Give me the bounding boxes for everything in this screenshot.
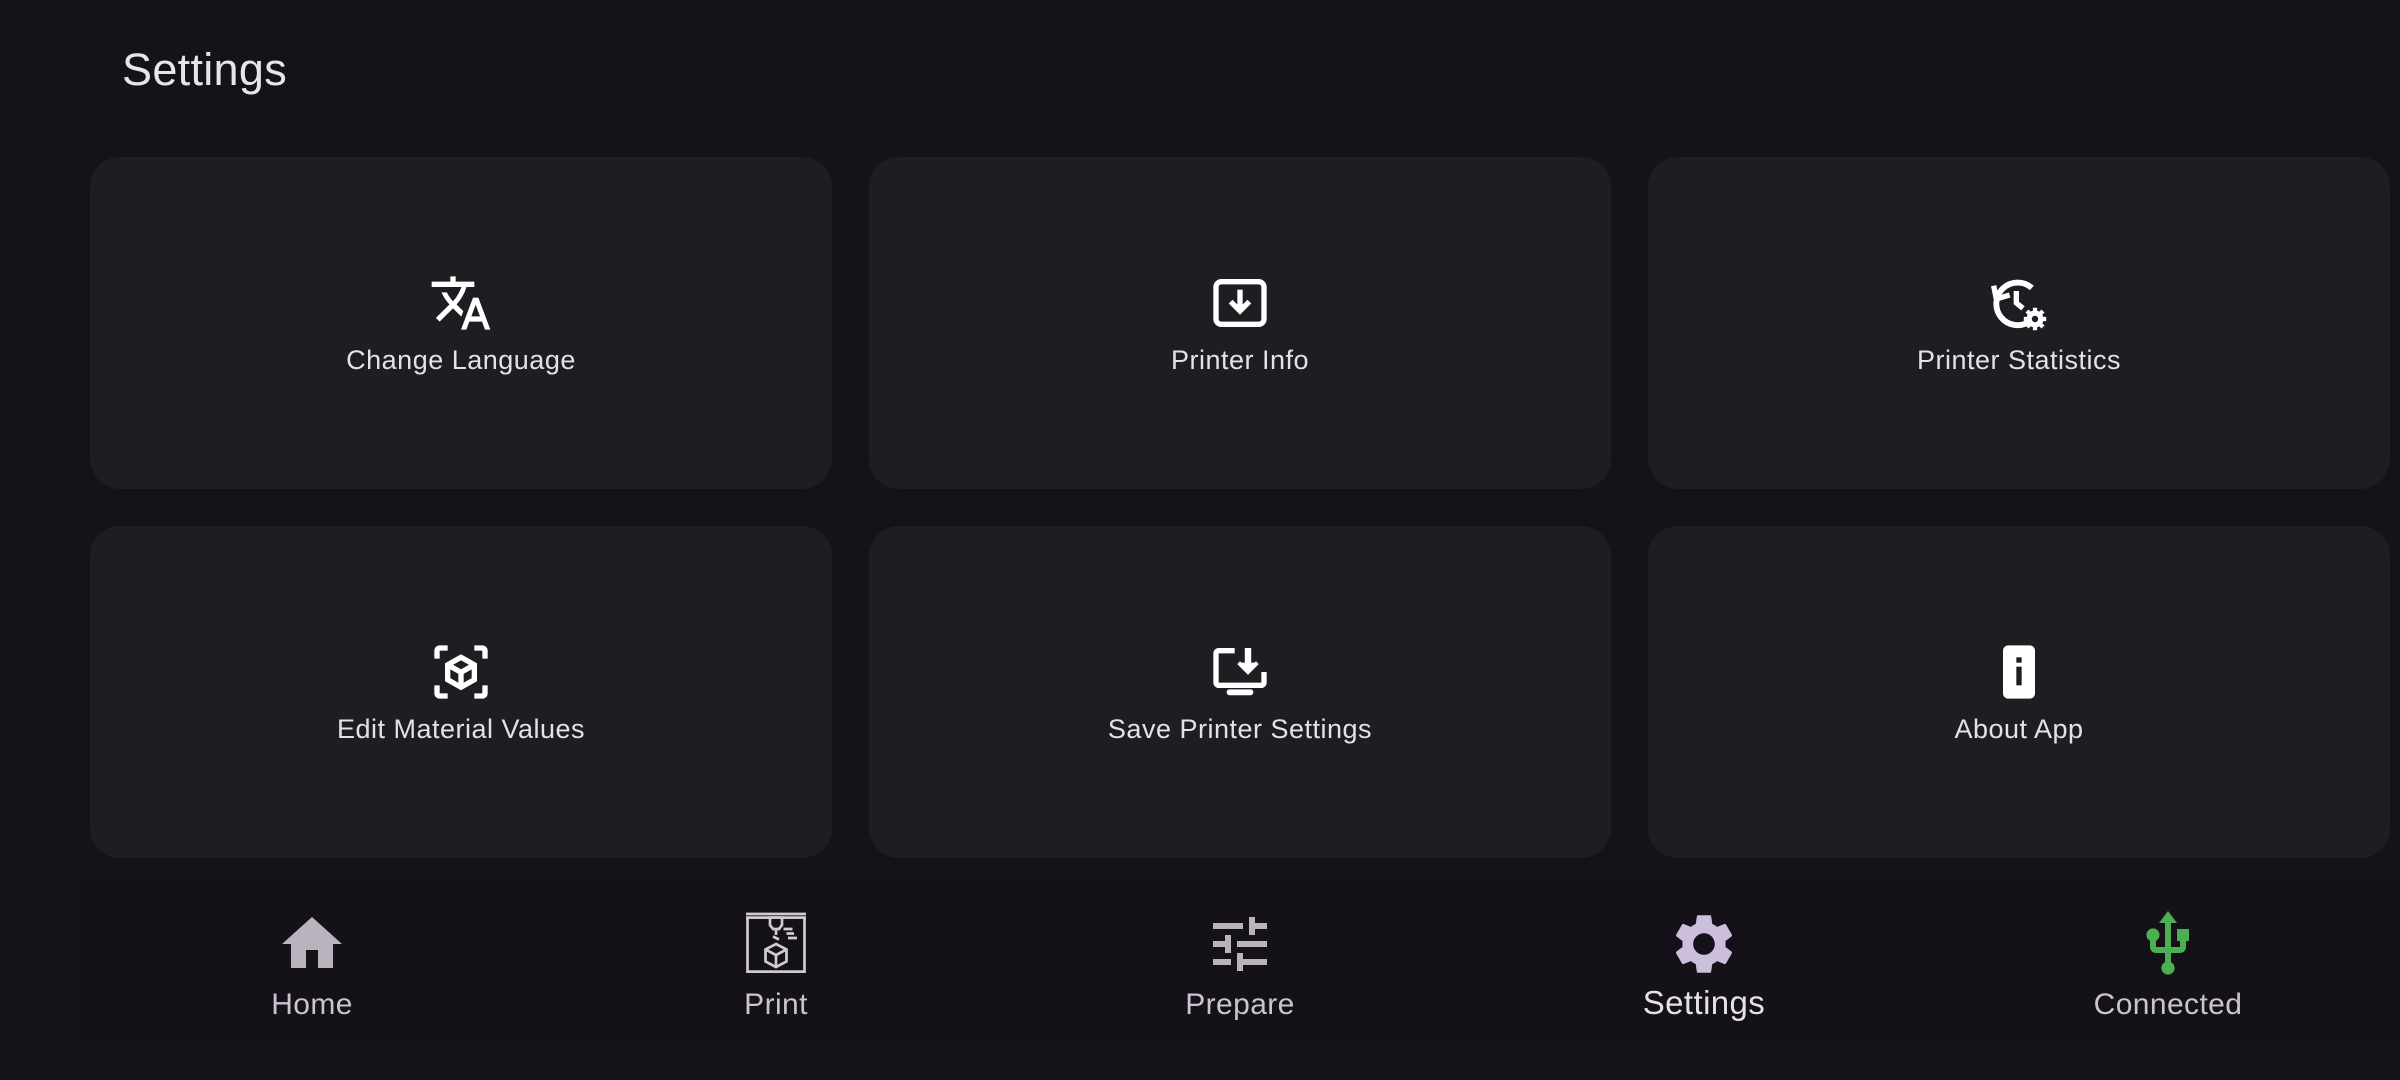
gear-icon bbox=[1668, 908, 1740, 980]
settings-screen: Settings Change Language Printer Info Pr… bbox=[0, 0, 2400, 1080]
nav-connected[interactable]: Connected bbox=[2038, 880, 2298, 1022]
card-label: Printer Info bbox=[1170, 344, 1310, 375]
nav-label: Prepare bbox=[1185, 988, 1295, 1021]
nav-label: Connected bbox=[2093, 988, 2243, 1021]
nav-label: Print bbox=[744, 988, 808, 1021]
nav-home[interactable]: Home bbox=[182, 880, 442, 1022]
download-box-icon bbox=[1208, 271, 1272, 335]
nav-label: Home bbox=[271, 988, 353, 1021]
edit-material-values-card[interactable]: Edit Material Values bbox=[90, 526, 832, 858]
save-printer-settings-card[interactable]: Save Printer Settings bbox=[869, 526, 1611, 858]
nav-prepare[interactable]: Prepare bbox=[1110, 880, 1370, 1022]
phone-info-icon bbox=[1987, 640, 2051, 704]
tune-sliders-icon bbox=[1204, 908, 1276, 980]
page-title: Settings bbox=[122, 44, 287, 95]
card-label: About App bbox=[1954, 713, 2084, 744]
printer-info-card[interactable]: Printer Info bbox=[869, 157, 1611, 489]
card-label: Edit Material Values bbox=[336, 713, 586, 744]
card-label: Printer Statistics bbox=[1916, 344, 2122, 375]
printer-statistics-card[interactable]: Printer Statistics bbox=[1648, 157, 2390, 489]
cube-scan-icon bbox=[429, 640, 493, 704]
about-app-card[interactable]: About App bbox=[1648, 526, 2390, 858]
monitor-download-icon bbox=[1208, 640, 1272, 704]
history-gear-icon bbox=[1987, 271, 2051, 335]
nav-print[interactable]: Print bbox=[646, 880, 906, 1022]
settings-grid: Change Language Printer Info Printer Sta… bbox=[90, 157, 2390, 858]
nav-settings[interactable]: Settings bbox=[1574, 880, 1834, 1022]
card-label: Save Printer Settings bbox=[1107, 713, 1373, 744]
home-icon bbox=[276, 908, 348, 980]
change-language-card[interactable]: Change Language bbox=[90, 157, 832, 489]
translate-icon bbox=[429, 271, 493, 335]
card-label: Change Language bbox=[346, 344, 576, 375]
usb-icon bbox=[2132, 908, 2204, 980]
printer-3d-icon bbox=[740, 908, 812, 980]
bottom-navigation: Home Print Prepare Settings Connected bbox=[80, 880, 2400, 1040]
nav-label: Settings bbox=[1642, 984, 1766, 1021]
